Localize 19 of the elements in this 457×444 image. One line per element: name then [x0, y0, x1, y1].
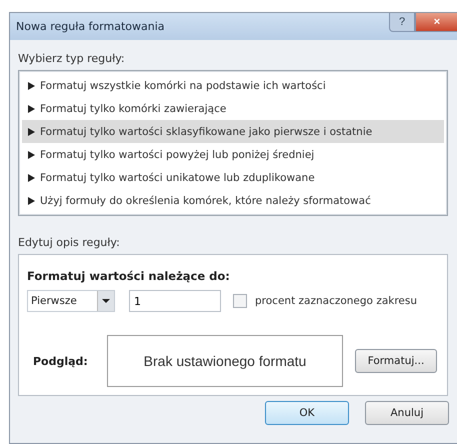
help-button[interactable]: ? — [389, 13, 415, 32]
window-title: Nowa reguła formatowania — [16, 20, 164, 33]
ok-button[interactable]: OK — [265, 401, 349, 425]
preview-label: Podgląd: — [32, 354, 89, 368]
rule-heading: Formatuj wartości należące do: — [27, 269, 231, 283]
checkbox-label: procent zaznaczonego zakresu — [255, 295, 418, 307]
rule-type-item[interactable]: Formatuj tylko komórki zawierające — [22, 97, 444, 120]
rule-type-item[interactable]: Użyj formuły do określenia komórek, które należy sformatować — [22, 189, 444, 212]
section-label: Edytuj opis reguły: — [18, 236, 121, 249]
preview-box: Brak ustawionego formatu — [107, 335, 343, 387]
rule-type-item[interactable]: Formatuj tylko wartości unikatowe lub zduplikowane — [22, 166, 444, 189]
format-button[interactable]: Formatuj... — [355, 349, 437, 373]
rule-type-item[interactable]: Formatuj wszystkie komórki na podstawie ich wartości — [22, 74, 444, 97]
rule-type-item[interactable]: Formatuj tylko wartości sklasyfikowane jako pierwsze i ostatnie — [22, 120, 444, 143]
count-field[interactable]: 1 — [129, 290, 221, 312]
rule-type-item[interactable]: Formatuj tylko wartości powyżej lub poniżej średniej — [22, 143, 444, 166]
cancel-button[interactable]: Anuluj — [365, 401, 449, 425]
section-label: Wybierz typ reguły: — [18, 52, 126, 65]
rank-dropdown[interactable]: Pierwsze — [27, 290, 115, 312]
